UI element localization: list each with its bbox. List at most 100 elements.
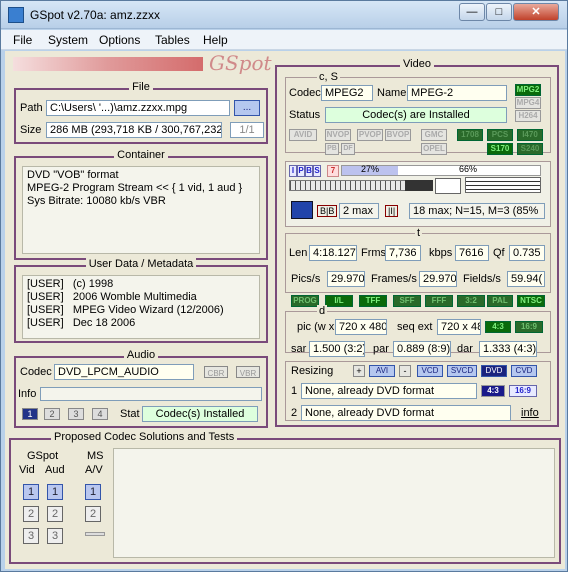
- menu-tables[interactable]: Tables: [155, 33, 190, 47]
- aud-test-3[interactable]: 3: [47, 528, 63, 544]
- flag-s170: S170: [487, 143, 513, 155]
- resize-plus-button[interactable]: +: [353, 365, 365, 377]
- vbr-button[interactable]: VBR: [236, 366, 260, 378]
- resize-dvd-button[interactable]: DVD: [481, 365, 507, 377]
- av-label: A/V: [85, 464, 103, 476]
- audio-stream-3[interactable]: 3: [68, 408, 84, 420]
- flag-pvop: PVOP: [357, 129, 383, 141]
- tag-mpg2: MPG2: [515, 84, 541, 96]
- frames-field: 29.970: [419, 271, 457, 287]
- flag-opel: OPEL: [421, 143, 447, 155]
- par-label: par: [373, 343, 389, 355]
- audio-stream-1[interactable]: 1: [22, 408, 38, 420]
- ms-test-2[interactable]: 2: [85, 506, 101, 522]
- vs-logo-icon: [291, 201, 313, 219]
- maximize-button[interactable]: □: [486, 3, 512, 21]
- resize-svcd-button[interactable]: SVCD: [447, 365, 477, 377]
- aud-test-1[interactable]: 1: [47, 484, 63, 500]
- fmt-fff: FFF: [425, 295, 453, 307]
- ms-test-slider[interactable]: [85, 532, 105, 536]
- cbr-button[interactable]: CBR: [204, 366, 228, 378]
- proposed-group-title: Proposed Codec Solutions and Tests: [51, 431, 238, 443]
- flag-i470: I470: [517, 129, 543, 141]
- flag-avid: AVID: [289, 129, 317, 141]
- gop-p: P: [297, 165, 305, 177]
- flag-1708: 1708: [457, 129, 483, 141]
- frame-strip-block: [405, 180, 433, 191]
- vid-label: Vid: [19, 464, 35, 476]
- audio-stat-field: Codec(s) Installed: [142, 406, 258, 422]
- vid-test-2[interactable]: 2: [23, 506, 39, 522]
- flag-nvop: NVOP: [325, 129, 351, 141]
- video-status-field: Codec(s) are Installed: [325, 107, 507, 123]
- t-label: t: [415, 227, 423, 239]
- video-name-field: MPEG-2: [407, 85, 507, 101]
- pic-label: pic (w x: [297, 321, 335, 333]
- fmt-sff: SFF: [393, 295, 421, 307]
- resizing-label: Resizing: [291, 365, 334, 377]
- pics-label: Pics/s: [291, 273, 321, 285]
- gop-field: 18 max; N=15, M=3 (85%: [409, 203, 545, 219]
- dar-field: 1.333 (4:3): [479, 341, 537, 357]
- userdata-group-title: User Data / Metadata: [85, 258, 197, 270]
- menu-system[interactable]: System: [48, 33, 88, 47]
- resize-minus-button[interactable]: -: [399, 365, 411, 377]
- video-codec-label: Codec: [289, 87, 321, 99]
- audio-stream-2[interactable]: 2: [44, 408, 60, 420]
- menu-help[interactable]: Help: [203, 33, 228, 47]
- resize-169-tag[interactable]: 16:9: [509, 385, 537, 397]
- kbps-field: 7616: [455, 245, 489, 261]
- resize-row1-label: 1: [291, 385, 298, 397]
- resize-row2-field: None, already DVD format: [301, 405, 511, 421]
- gop-s: S: [313, 165, 321, 177]
- audio-stat-label: Stat: [120, 408, 140, 420]
- frames-label: Frames/s: [371, 273, 417, 285]
- gop-pct1: 27%: [361, 164, 380, 174]
- resize-vcd-button[interactable]: VCD: [417, 365, 443, 377]
- browse-button[interactable]: ...: [234, 100, 260, 116]
- flag-s240: S240: [517, 143, 543, 155]
- info-link[interactable]: info: [521, 407, 539, 419]
- path-field[interactable]: C:\Users\ '...)\amz.zzxx.mpg: [46, 100, 230, 116]
- b-frame-icon: B|B: [317, 205, 338, 217]
- window-title: GSpot v2.70a: amz.zzxx: [30, 8, 161, 22]
- close-button[interactable]: ✕: [513, 3, 559, 21]
- bframes-field: 2 max: [339, 203, 379, 219]
- video-status-label: Status: [289, 109, 321, 121]
- resize-cvd-button[interactable]: CVD: [511, 365, 537, 377]
- vid-test-3[interactable]: 3: [23, 528, 39, 544]
- tag-h264: H264: [515, 110, 541, 122]
- resize-43-tag[interactable]: 4:3: [481, 385, 505, 397]
- frame-strip-1: [289, 180, 407, 191]
- len-label: Len: [289, 247, 308, 259]
- ar-169-tag: 16:9: [515, 321, 543, 333]
- flag-bvop: BVOP: [385, 129, 411, 141]
- audio-codec-field: DVD_LPCM_AUDIO: [54, 364, 194, 380]
- menu-file[interactable]: File: [13, 33, 32, 47]
- file-group-title: File: [129, 81, 153, 93]
- flag-df: DF: [341, 143, 355, 155]
- ms-test-1[interactable]: 1: [85, 484, 101, 500]
- par-field: 0.889 (8:9): [393, 341, 451, 357]
- audio-group: Audio Codec DVD_LPCM_AUDIO CBR VBR Info …: [14, 349, 268, 428]
- client-area: GSpot File Path C:\Users\ '...)\amz.zzxx…: [5, 51, 565, 569]
- video-group: Video c, S Codec MPEG2 Name MPEG-2 MPG2 …: [275, 58, 559, 427]
- menu-options[interactable]: Options: [99, 33, 140, 47]
- minimize-button[interactable]: —: [459, 3, 485, 21]
- resize-avi-button[interactable]: AVI: [369, 365, 395, 377]
- vid-test-1[interactable]: 1: [23, 484, 39, 500]
- gop-seven: 7: [327, 165, 339, 177]
- seqext-label: seq ext: [397, 321, 433, 333]
- audio-info-label: Info: [18, 388, 37, 400]
- frame-nav-icon[interactable]: [435, 178, 461, 194]
- dar-label: dar: [457, 343, 473, 355]
- d-label: d: [317, 305, 328, 317]
- ar-43-tag: 4:3: [485, 321, 511, 333]
- aud-test-2[interactable]: 2: [47, 506, 63, 522]
- container-group: Container DVD "VOB" format MPEG-2 Progra…: [14, 149, 268, 260]
- resize-row1-field: None, already DVD format: [301, 383, 477, 399]
- proposed-group: Proposed Codec Solutions and Tests GSpot…: [9, 431, 561, 564]
- audio-stream-4[interactable]: 4: [92, 408, 108, 420]
- fmt-ntsc: NTSC: [517, 295, 545, 307]
- flag-pcs: PCS: [487, 129, 513, 141]
